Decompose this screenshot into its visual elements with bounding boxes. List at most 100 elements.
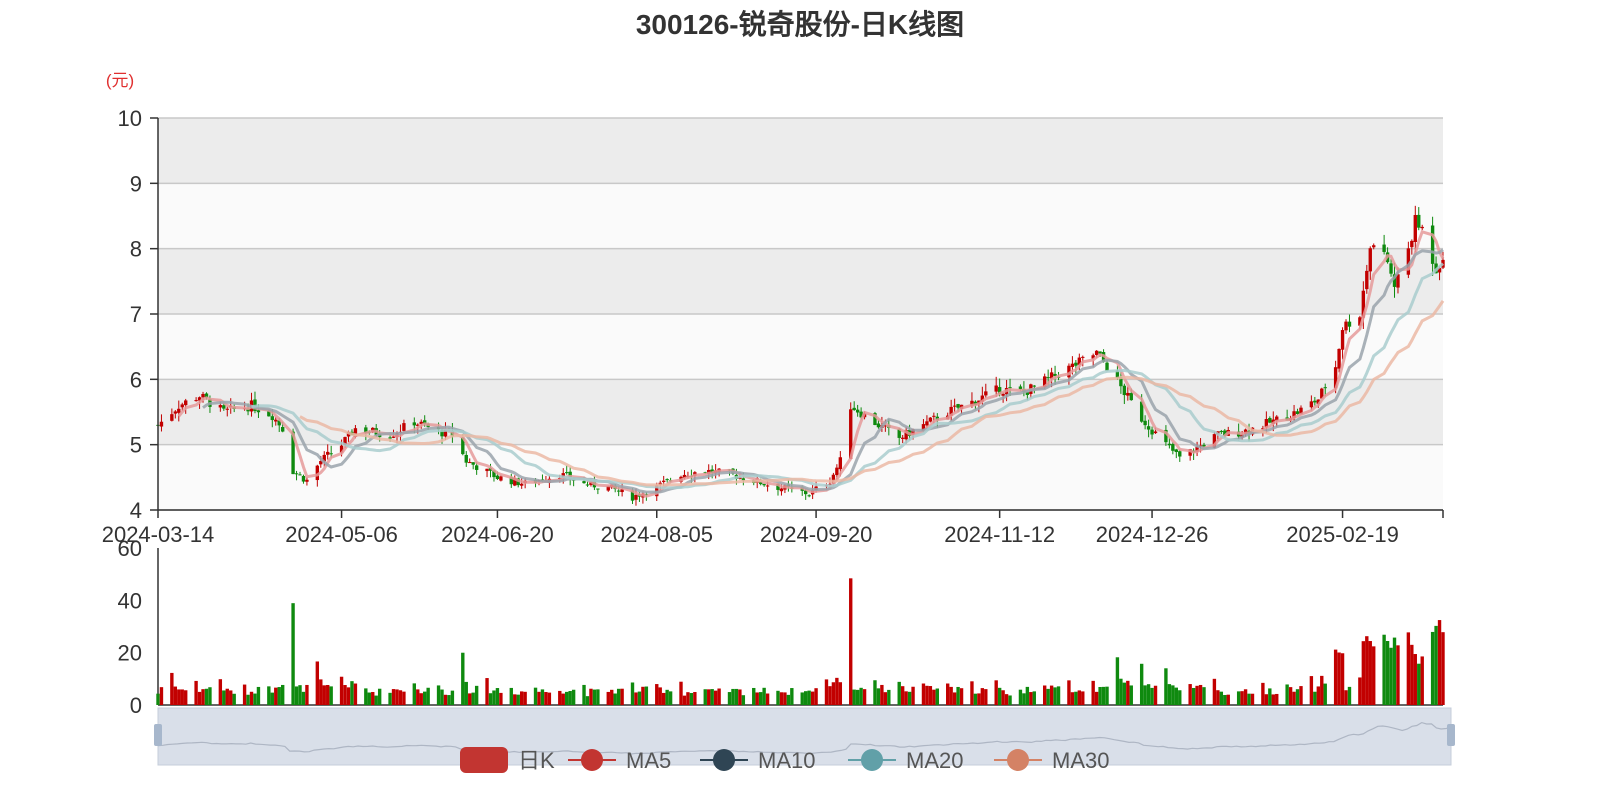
volume-bar bbox=[952, 692, 957, 705]
kline-chart: 300126-锐奇股份-日K线图 (元) 4 5 6 7 8 9 10 2024-03-14 2… bbox=[0, 0, 1600, 800]
candle-body bbox=[1046, 377, 1050, 379]
volume-bar bbox=[613, 693, 617, 705]
candle-body bbox=[665, 479, 669, 481]
volume-bar bbox=[1191, 687, 1196, 705]
volume-bar bbox=[322, 685, 326, 705]
volume-bar bbox=[1333, 649, 1338, 705]
volume-bar bbox=[1275, 693, 1279, 705]
candle-body bbox=[1323, 387, 1327, 389]
volume-bar bbox=[450, 690, 455, 705]
volume-bar bbox=[436, 685, 441, 705]
volume-bar bbox=[488, 693, 493, 705]
volume-bar bbox=[274, 687, 278, 705]
candle-body bbox=[256, 410, 261, 413]
volume-bar bbox=[558, 690, 562, 705]
volume-bar bbox=[1032, 691, 1036, 705]
volume-bar bbox=[758, 692, 763, 705]
candle-body bbox=[301, 475, 306, 482]
candle-body bbox=[305, 479, 309, 482]
candle-body bbox=[519, 483, 524, 486]
candle-body bbox=[499, 476, 503, 481]
volume-bar bbox=[1126, 680, 1130, 705]
volume-bar bbox=[984, 689, 988, 705]
volume-bar bbox=[1368, 641, 1372, 705]
volume-bar bbox=[783, 692, 787, 705]
volume-bar bbox=[374, 695, 378, 705]
volume-tick-label: 60 bbox=[118, 536, 142, 561]
volume-bar bbox=[537, 691, 541, 705]
volume-bar bbox=[159, 687, 164, 705]
volume-bar bbox=[197, 691, 202, 705]
candle-body bbox=[225, 408, 229, 410]
volume-bar bbox=[1004, 694, 1009, 705]
candle-body bbox=[925, 421, 929, 426]
volume-bar bbox=[959, 688, 964, 705]
volume-bar bbox=[1174, 687, 1178, 705]
zoom-handle bbox=[154, 724, 162, 746]
volume-bar bbox=[606, 691, 610, 705]
volume-bar bbox=[1139, 663, 1144, 705]
volume-bar bbox=[970, 681, 974, 705]
candle-body bbox=[412, 422, 416, 426]
volume-bar bbox=[755, 692, 759, 705]
volume-bar bbox=[634, 692, 638, 705]
volume-bar bbox=[997, 687, 1002, 705]
volume-bar bbox=[932, 689, 936, 705]
volume-bar bbox=[377, 688, 382, 705]
volume-bar bbox=[589, 688, 593, 705]
candle-body bbox=[159, 421, 164, 427]
candle-body bbox=[1171, 444, 1175, 451]
volume-bar bbox=[1410, 644, 1414, 705]
volume-bar bbox=[533, 687, 538, 705]
volume-bar bbox=[194, 680, 198, 705]
volume-bar bbox=[752, 687, 756, 705]
volume-bar bbox=[911, 686, 915, 705]
candle-body bbox=[807, 495, 811, 497]
volume-bar bbox=[1420, 656, 1424, 705]
volume-bar bbox=[897, 681, 901, 705]
volume-bar bbox=[1299, 686, 1303, 705]
volume-bar bbox=[339, 676, 344, 705]
volume-bar bbox=[395, 689, 399, 705]
candle-body bbox=[876, 423, 881, 428]
volume-bar bbox=[1067, 680, 1071, 705]
candle-body bbox=[326, 451, 330, 455]
volume-bar bbox=[1198, 684, 1203, 705]
volume-bar bbox=[776, 690, 780, 705]
volume-bar bbox=[170, 672, 174, 705]
volume-bar bbox=[946, 683, 950, 705]
candle-body bbox=[474, 465, 479, 470]
volume-bar bbox=[222, 690, 226, 705]
candle-body bbox=[201, 393, 205, 398]
volume-bar bbox=[1365, 636, 1369, 705]
candle-body bbox=[1337, 348, 1341, 369]
volume-bar bbox=[887, 689, 891, 705]
volume-bar bbox=[485, 678, 489, 705]
candle-body bbox=[1410, 240, 1414, 248]
volume-bar bbox=[423, 691, 427, 705]
candle-body bbox=[1309, 401, 1314, 408]
volume-bar bbox=[561, 693, 565, 705]
volume-bar bbox=[1167, 684, 1172, 705]
volume-bar bbox=[1001, 690, 1005, 705]
volume-bar bbox=[267, 686, 271, 705]
volume-tick-label: 20 bbox=[118, 641, 142, 666]
volume-bar bbox=[471, 692, 475, 705]
volume-bar bbox=[177, 689, 181, 705]
volume-bar bbox=[1389, 647, 1393, 705]
candle-body bbox=[402, 423, 406, 431]
candle-body bbox=[298, 474, 302, 476]
volume-bar bbox=[762, 687, 766, 705]
volume-bar bbox=[1396, 645, 1400, 705]
volume-bar bbox=[1178, 690, 1182, 705]
volume-bar bbox=[935, 688, 940, 705]
candle-body bbox=[173, 411, 178, 414]
volume-bar bbox=[523, 691, 527, 705]
volume-bar bbox=[686, 692, 690, 705]
volume-bar bbox=[568, 690, 572, 705]
volume-bar bbox=[1247, 693, 1251, 705]
candle-body bbox=[1417, 214, 1421, 228]
candle-body bbox=[838, 457, 843, 470]
volume-bar bbox=[1223, 694, 1227, 705]
volume-bar bbox=[412, 683, 416, 705]
